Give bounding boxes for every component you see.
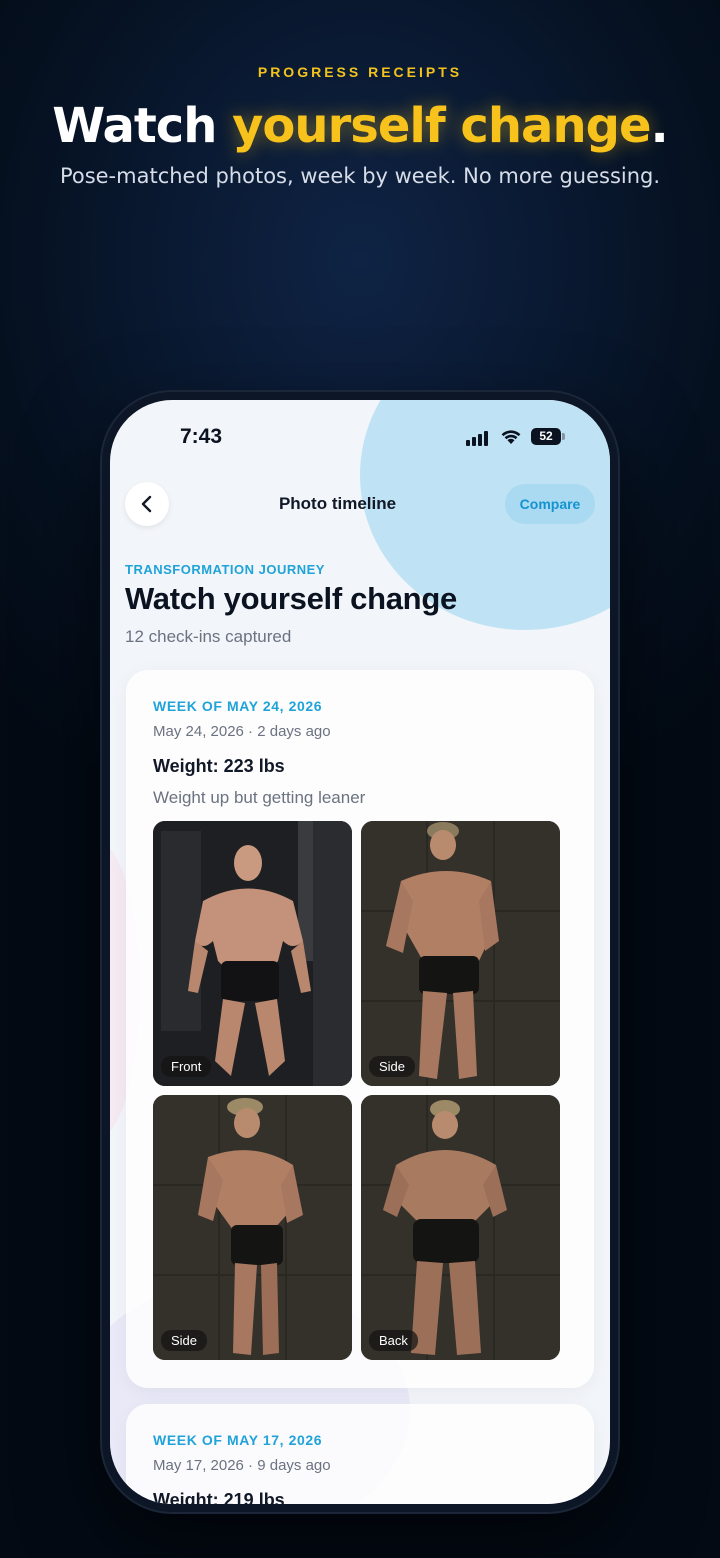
section-kicker: TRANSFORMATION JOURNEY xyxy=(125,562,325,577)
pose-label: Side xyxy=(161,1330,208,1351)
checkin-weight: Weight: 223 lbs xyxy=(153,756,285,776)
physique-photo xyxy=(153,821,352,1086)
physique-photo xyxy=(153,1095,352,1360)
battery-icon: 52 xyxy=(531,428,561,445)
headline-accent: yourself change xyxy=(232,98,651,154)
battery-nub xyxy=(562,433,565,440)
compare-button[interactable]: Compare xyxy=(505,484,595,524)
checkin-weight: Weight: 219 lbs xyxy=(153,1490,285,1504)
checkin-card[interactable]: WEEK OF MAY 24, 2026 May 24, 2026 · 2 da… xyxy=(126,670,594,1388)
week-label: WEEK OF MAY 17, 2026 xyxy=(153,1432,323,1448)
checkin-count: 12 check-ins captured xyxy=(125,627,292,646)
status-icons: 52 xyxy=(466,428,576,446)
checkin-note: Weight up but getting leaner xyxy=(153,788,366,807)
headline-end: . xyxy=(650,98,669,154)
promo-subline: Pose-matched photos, week by week. No mo… xyxy=(59,164,661,188)
nav-title: Photo timeline xyxy=(278,494,397,513)
photo-front[interactable]: Front xyxy=(153,821,352,1086)
pose-label: Front xyxy=(161,1056,212,1077)
photo-back[interactable]: Back xyxy=(361,1095,560,1360)
headline-plain: Watch xyxy=(52,98,233,154)
promo-eyebrow: PROGRESS RECEIPTS xyxy=(257,64,463,80)
checkin-card[interactable]: WEEK OF MAY 17, 2026 May 17, 2026 · 9 da… xyxy=(126,1404,594,1504)
checkin-date: May 17, 2026 · 9 days ago xyxy=(153,1457,331,1474)
page-title: Watch yourself change xyxy=(125,581,457,616)
week-label: WEEK OF MAY 24, 2026 xyxy=(153,698,323,714)
status-time: 7:43 xyxy=(180,425,223,448)
phone-screen: 7:43 52 Photo timeline Compare TRANSFORM… xyxy=(110,400,610,1504)
photo-side-2[interactable]: Side xyxy=(153,1095,352,1360)
promo-headline: Watch yourself change. xyxy=(0,96,720,156)
wifi-icon xyxy=(501,430,521,444)
photo-side[interactable]: Side xyxy=(361,821,560,1086)
physique-photo xyxy=(361,821,560,1086)
pose-label: Side xyxy=(369,1056,416,1077)
checkin-date: May 24, 2026 · 2 days ago xyxy=(153,723,331,740)
pose-label: Back xyxy=(369,1330,418,1351)
physique-photo xyxy=(361,1095,560,1360)
